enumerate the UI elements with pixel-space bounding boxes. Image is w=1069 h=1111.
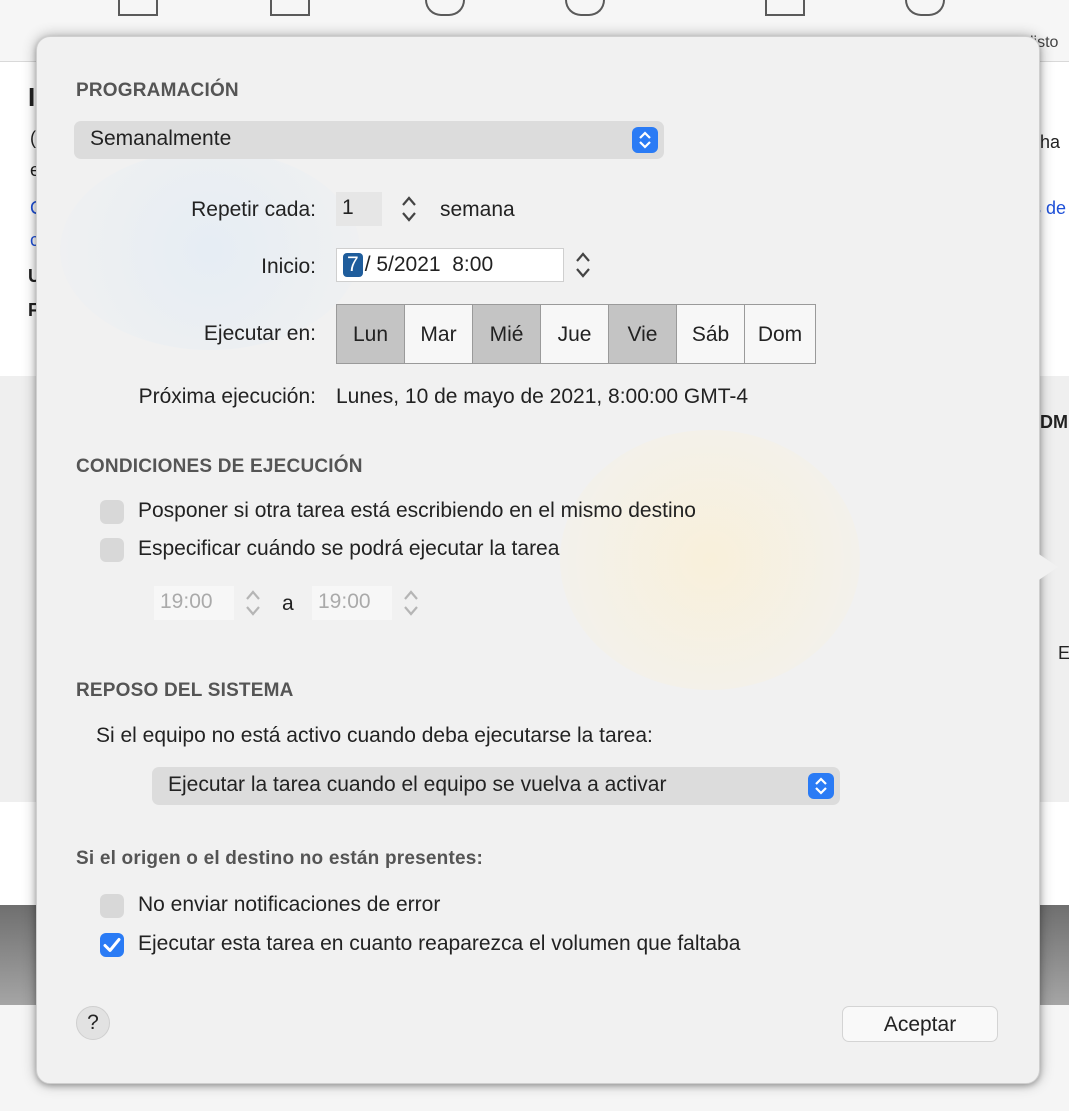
day-sunday[interactable]: Dom [745,305,815,363]
help-button[interactable]: ? [76,1006,110,1040]
toolbar-history-icon[interactable] [905,0,945,16]
repeat-label: Repetir cada: [191,198,316,221]
day-saturday[interactable]: Sáb [677,305,745,363]
start-day-segment[interactable]: 7 [343,253,363,277]
conditions-section-title: CONDICIONES DE EJECUCIÓN [76,456,363,477]
background-column-header: DM [1040,412,1068,432]
background-text-fragment: ha [1040,132,1061,152]
toolbar-sidebar-icon[interactable] [118,0,158,16]
checkmark-icon [103,938,121,952]
popup-chevron-icon [632,127,658,153]
scheduling-section-title: PROGRAMACIÓN [76,80,239,101]
specify-time-label: Especificar cuándo se podrá ejecutar la … [138,537,560,560]
repeat-interval-field[interactable]: 1 [336,192,382,226]
run-on-label: Ejecutar en: [203,322,316,345]
sleep-action-value: Ejecutar la tarea cuando el equipo se vu… [168,773,667,796]
time-range-separator: a [282,592,294,615]
run-on-reappear-label: Ejecutar esta tarea en cuanto reaparezca… [138,932,741,955]
no-notify-label: No enviar notificaciones de error [138,893,441,916]
popup-chevron-icon [808,773,834,799]
next-run-label: Próxima ejecución: [138,385,316,408]
background-glow [60,150,360,350]
day-friday[interactable]: Vie [609,305,677,363]
repeat-unit-label: semana [440,198,515,221]
background-text-fragment: E [1058,643,1069,663]
frequency-value: Semanalmente [90,127,232,150]
accept-button[interactable]: Aceptar [842,1006,998,1042]
toolbar-terminal-icon[interactable] [765,0,805,16]
to-time-field[interactable]: 19:00 [312,586,392,620]
day-tuesday[interactable]: Mar [405,305,473,363]
postpone-label: Posponer si otra tarea está escribiendo … [138,499,696,522]
toolbar-download-icon[interactable] [270,0,310,16]
next-run-value: Lunes, 10 de mayo de 2021, 8:00:00 GMT-4 [336,385,749,408]
weekday-selector: Lun Mar Mié Jue Vie Sáb Dom [336,304,816,364]
start-datetime-rest: / 5/2021 8:00 [364,253,494,276]
sleep-section-title: REPOSO DEL SISTEMA [76,680,294,701]
toolbar-clock-icon[interactable] [425,0,465,16]
run-on-reappear-checkbox[interactable] [100,933,124,957]
repeat-stepper[interactable] [398,191,420,227]
missing-section-title: Si el origen o el destino no están prese… [76,848,484,869]
from-time-field[interactable]: 19:00 [154,586,234,620]
to-time-stepper[interactable] [400,585,422,621]
start-datetime-field[interactable]: 7/ 5/2021 8:00 [336,248,564,282]
postpone-checkbox[interactable] [100,500,124,524]
background-glow [560,430,860,690]
sleep-action-popup[interactable]: Ejecutar la tarea cuando el equipo se vu… [152,767,840,805]
toolbar-check-icon[interactable] [565,0,605,16]
start-label: Inicio: [261,255,316,278]
from-time-stepper[interactable] [242,585,264,621]
day-wednesday[interactable]: Mié [473,305,541,363]
frequency-popup[interactable]: Semanalmente [74,121,664,159]
sleep-description: Si el equipo no está activo cuando deba … [96,724,653,747]
no-notify-checkbox[interactable] [100,894,124,918]
start-stepper[interactable] [572,247,594,283]
specify-time-checkbox[interactable] [100,538,124,562]
background-heading-fragment: I [28,82,36,112]
day-monday[interactable]: Lun [337,305,405,363]
day-thursday[interactable]: Jue [541,305,609,363]
